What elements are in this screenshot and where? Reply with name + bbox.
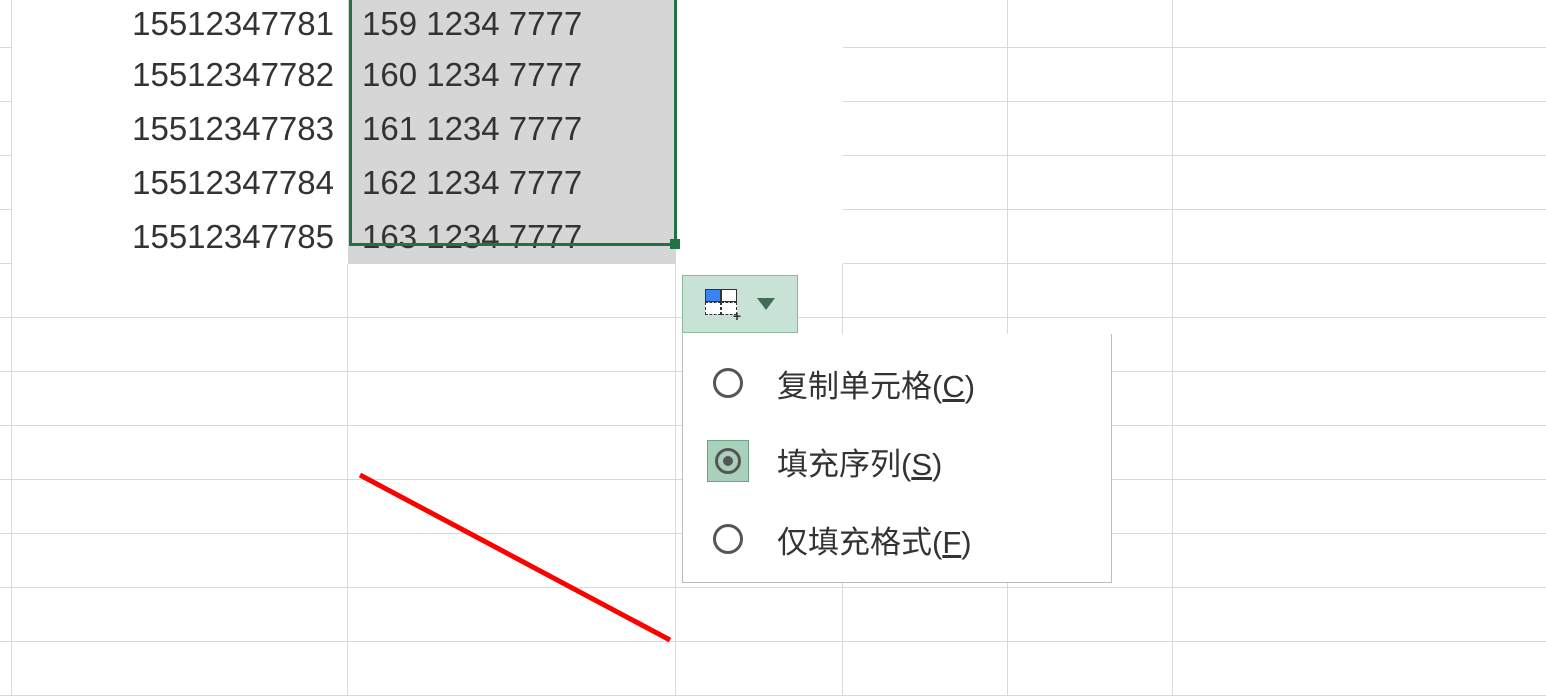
cell[interactable] [843, 642, 1008, 696]
cell[interactable] [348, 588, 676, 642]
cell[interactable] [676, 102, 843, 156]
autofill-options-icon: + [705, 289, 739, 319]
chevron-down-icon [757, 298, 775, 310]
cell[interactable] [676, 642, 843, 696]
cell[interactable]: 161 1234 7777 [348, 102, 676, 156]
cell-value: 159 1234 7777 [348, 0, 676, 48]
autofill-options-menu: 复制单元格(C) 填充序列(S) 仅填充格式(F) [682, 334, 1112, 583]
cell[interactable] [843, 264, 1008, 318]
cell[interactable]: 15512347781 [12, 0, 348, 48]
cell[interactable] [1008, 588, 1173, 642]
cell[interactable] [12, 480, 348, 534]
cell-value: 161 1234 7777 [348, 102, 676, 156]
cell[interactable] [843, 588, 1008, 642]
cell[interactable] [676, 210, 843, 264]
menu-item-label: 复制单元格(C) [777, 361, 975, 406]
cell[interactable] [12, 642, 348, 696]
cell[interactable] [348, 426, 676, 480]
cell[interactable]: 15512347785 [12, 210, 348, 264]
cell[interactable] [12, 588, 348, 642]
cell[interactable]: 15512347782 [12, 48, 348, 102]
menu-item-fill-formatting-only[interactable]: 仅填充格式(F) [683, 500, 1111, 578]
radio-checked-icon [707, 440, 749, 482]
cell-value: 15512347782 [12, 48, 348, 102]
cell[interactable] [12, 426, 348, 480]
cell-value: 15512347783 [12, 102, 348, 156]
cell[interactable] [1008, 642, 1173, 696]
cell-value: 163 1234 7777 [348, 210, 676, 264]
menu-item-copy-cells[interactable]: 复制单元格(C) [683, 344, 1111, 422]
cell[interactable]: 160 1234 7777 [348, 48, 676, 102]
cell[interactable] [348, 642, 676, 696]
cell[interactable] [12, 264, 348, 318]
menu-item-label: 填充序列(S) [777, 439, 942, 484]
cell-value: 15512347781 [12, 0, 348, 48]
cell[interactable] [348, 318, 676, 372]
cell[interactable] [676, 48, 843, 102]
radio-unchecked-icon [707, 362, 749, 404]
cell[interactable]: 162 1234 7777 [348, 156, 676, 210]
cell[interactable] [348, 372, 676, 426]
cell[interactable] [348, 534, 676, 588]
cell-value: 162 1234 7777 [348, 156, 676, 210]
cell[interactable] [676, 156, 843, 210]
cell[interactable] [676, 0, 843, 48]
cell-value: 15512347784 [12, 156, 348, 210]
cell[interactable] [676, 588, 843, 642]
menu-item-label: 仅填充格式(F) [777, 517, 972, 562]
cell[interactable] [12, 534, 348, 588]
cell[interactable] [12, 318, 348, 372]
cell[interactable] [348, 480, 676, 534]
radio-unchecked-icon [707, 518, 749, 560]
cell[interactable]: 159 1234 7777 [348, 0, 676, 48]
cell[interactable]: 15512347783 [12, 102, 348, 156]
cell[interactable] [12, 372, 348, 426]
cell-value: 15512347785 [12, 210, 348, 264]
cell[interactable] [348, 264, 676, 318]
cell-value: 160 1234 7777 [348, 48, 676, 102]
cell[interactable] [1008, 264, 1173, 318]
menu-item-fill-series[interactable]: 填充序列(S) [683, 422, 1111, 500]
autofill-options-button[interactable]: + [682, 275, 798, 333]
spreadsheet-viewport: 15512347781 159 1234 7777 15512347782 16… [0, 0, 1546, 640]
cell[interactable]: 163 1234 7777 [348, 210, 676, 264]
cell[interactable]: 15512347784 [12, 156, 348, 210]
